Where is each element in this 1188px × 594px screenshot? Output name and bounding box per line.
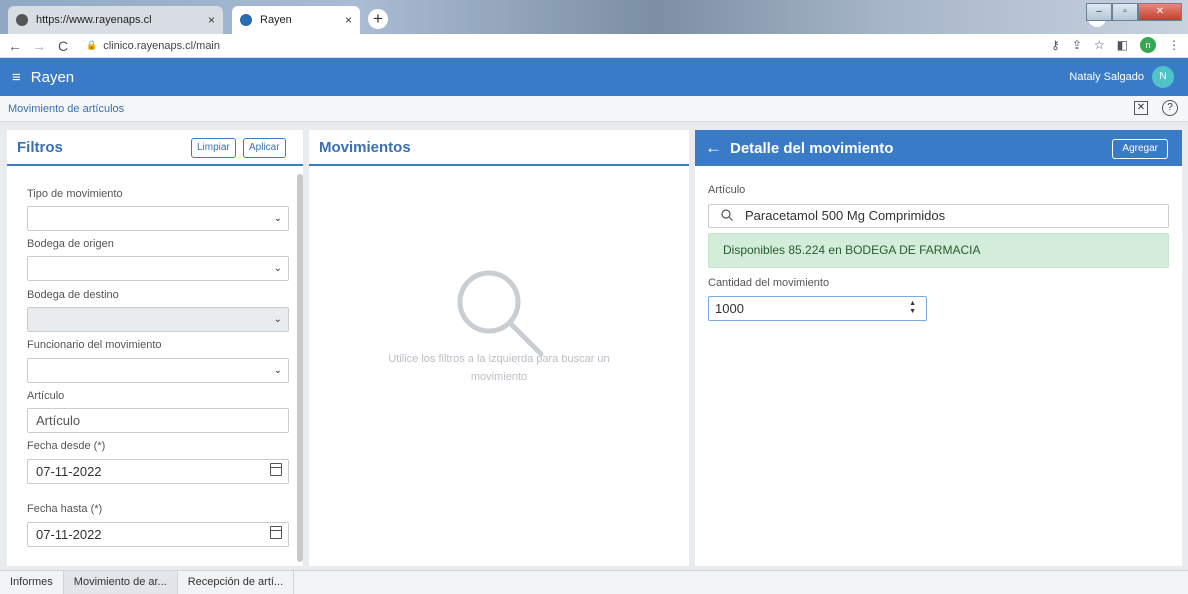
detail-title: Detalle del movimiento (730, 139, 894, 157)
funcionario-label: Funcionario del movimiento (27, 339, 162, 351)
back-arrow-icon[interactable]: ← (705, 138, 722, 158)
browser-tab-rayen[interactable]: Rayen × (232, 6, 360, 34)
forward-icon[interactable]: → (30, 38, 48, 54)
fecha-hasta-label: Fecha hasta (*) (27, 503, 103, 515)
tab-movimiento-articulos[interactable]: Movimiento de ar... (63, 571, 178, 594)
tipo-movimiento-label: Tipo de movimiento (27, 188, 123, 200)
minimize-button[interactable]: – (1086, 3, 1112, 21)
tab-recepcion-articulos[interactable]: Recepción de artí... (178, 571, 295, 594)
window-controls: – ▫ ✕ (1086, 3, 1182, 21)
calendar-icon[interactable] (270, 463, 282, 476)
address-bar: ← → C 🔒 clinico.rayenaps.cl/main ⚷ ⇪ ☆ ◧… (0, 34, 1188, 58)
fecha-desde-value: 07-11-2022 (36, 464, 102, 479)
close-module-icon[interactable]: ✕ (1134, 101, 1148, 115)
chevron-down-icon: ⌄ (273, 314, 282, 325)
reload-icon[interactable]: C (54, 38, 72, 54)
hamburger-menu-icon[interactable]: ≡ (12, 69, 21, 86)
bodega-origen-select[interactable]: ⌄ (27, 256, 289, 281)
filters-panel: Filtros Limpiar Aplicar Tipo de movimien… (7, 130, 303, 566)
app-header: ≡ Rayen Nataly Salgado N (0, 58, 1188, 96)
fecha-desde-label: Fecha desde (*) (27, 440, 106, 452)
calendar-icon[interactable] (270, 526, 282, 539)
spinner-icon[interactable]: ▲ ▼ (909, 297, 916, 316)
app-brand: Rayen (30, 68, 75, 86)
user-name: Nataly Salgado (1069, 71, 1144, 83)
filters-scrollbar[interactable] (297, 174, 303, 562)
chevron-down-icon: ⌄ (273, 213, 282, 224)
articulo-search-input[interactable]: Paracetamol 500 Mg Comprimidos (708, 204, 1169, 228)
breadcrumb: Movimiento de artículos (8, 102, 125, 115)
clear-button[interactable]: Limpiar (191, 138, 236, 158)
cantidad-input[interactable]: 1000 ▲ ▼ (708, 296, 927, 321)
rayen-logo-icon (240, 14, 252, 26)
cantidad-value: 1000 (715, 301, 744, 316)
tab-informes[interactable]: Informes (0, 571, 64, 594)
search-icon (721, 209, 733, 221)
chevron-down-icon: ⌄ (273, 263, 282, 274)
new-tab-button[interactable]: + (368, 9, 388, 29)
sidepanel-icon[interactable]: ◧ (1117, 38, 1128, 52)
filters-title: Filtros (17, 138, 63, 156)
back-icon[interactable]: ← (6, 38, 24, 54)
help-icon[interactable]: ? (1162, 100, 1178, 116)
articulo-label: Artículo (27, 390, 65, 402)
movements-title: Movimientos (319, 138, 411, 156)
maximize-button[interactable]: ▫ (1112, 3, 1138, 21)
cantidad-label: Cantidad del movimiento (708, 277, 830, 289)
detail-header: ← Detalle del movimiento Agregar (695, 130, 1182, 166)
browser-toolbar-icons: ⚷ ⇪ ☆ ◧ n ⋮ (1051, 37, 1180, 53)
add-button[interactable]: Agregar (1112, 139, 1168, 159)
star-icon[interactable]: ☆ (1094, 38, 1105, 52)
share-icon[interactable]: ⇪ (1072, 38, 1082, 52)
tipo-movimiento-select[interactable]: ⌄ (27, 206, 289, 231)
bottom-tabbar: Informes Movimiento de ar... Recepción d… (0, 570, 1188, 594)
empty-state-text: Utilice los filtros a la izquierda para … (388, 353, 610, 383)
detail-articulo-label: Artículo (708, 184, 746, 196)
bodega-destino-label: Bodega de destino (27, 289, 119, 301)
close-window-button[interactable]: ✕ (1138, 3, 1182, 21)
bodega-origen-label: Bodega de origen (27, 238, 114, 250)
bodega-destino-select[interactable]: ⌄ (27, 307, 289, 332)
browser-tab-rayenaps[interactable]: https://www.rayenaps.cl × (8, 6, 223, 34)
url-field[interactable]: 🔒 clinico.rayenaps.cl/main (86, 40, 220, 52)
kebab-menu-icon[interactable]: ⋮ (1168, 38, 1180, 52)
user-menu[interactable]: Nataly Salgado N (1069, 66, 1174, 88)
funcionario-select[interactable]: ⌄ (27, 358, 289, 383)
fecha-hasta-input[interactable]: 07-11-2022 (27, 522, 289, 547)
chevron-down-icon: ⌄ (273, 365, 282, 376)
apply-button[interactable]: Aplicar (243, 138, 286, 158)
articulo-input[interactable]: Artículo (27, 408, 289, 433)
tab-title: Rayen (260, 14, 292, 26)
search-icon (457, 270, 544, 357)
detail-panel: ← Detalle del movimiento Agregar Artícul… (695, 130, 1182, 566)
tab-close-icon[interactable]: × (208, 13, 215, 27)
globe-icon (16, 14, 28, 26)
filters-header: Filtros Limpiar Aplicar (7, 130, 303, 166)
key-icon[interactable]: ⚷ (1051, 38, 1060, 52)
breadcrumb-bar: Movimiento de artículos ✕ ? (0, 96, 1188, 122)
profile-avatar[interactable]: n (1140, 37, 1156, 53)
lock-icon: 🔒 (86, 40, 98, 50)
availability-alert: Disponibles 85.224 en BODEGA DE FARMACIA (708, 233, 1169, 268)
movements-header: Movimientos (309, 130, 689, 166)
movements-panel: Movimientos Utilice los filtros a la izq… (309, 130, 689, 566)
url-text: clinico.rayenaps.cl/main (103, 39, 220, 52)
fecha-desde-input[interactable]: 07-11-2022 (27, 459, 289, 484)
tab-title: https://www.rayenaps.cl (36, 14, 152, 26)
fecha-hasta-value: 07-11-2022 (36, 527, 102, 542)
browser-tabstrip: https://www.rayenaps.cl × Rayen × + ⌄ – … (0, 0, 1188, 34)
avatar[interactable]: N (1152, 66, 1174, 88)
tab-close-icon[interactable]: × (345, 13, 352, 27)
articulo-value: Paracetamol 500 Mg Comprimidos (745, 208, 946, 223)
